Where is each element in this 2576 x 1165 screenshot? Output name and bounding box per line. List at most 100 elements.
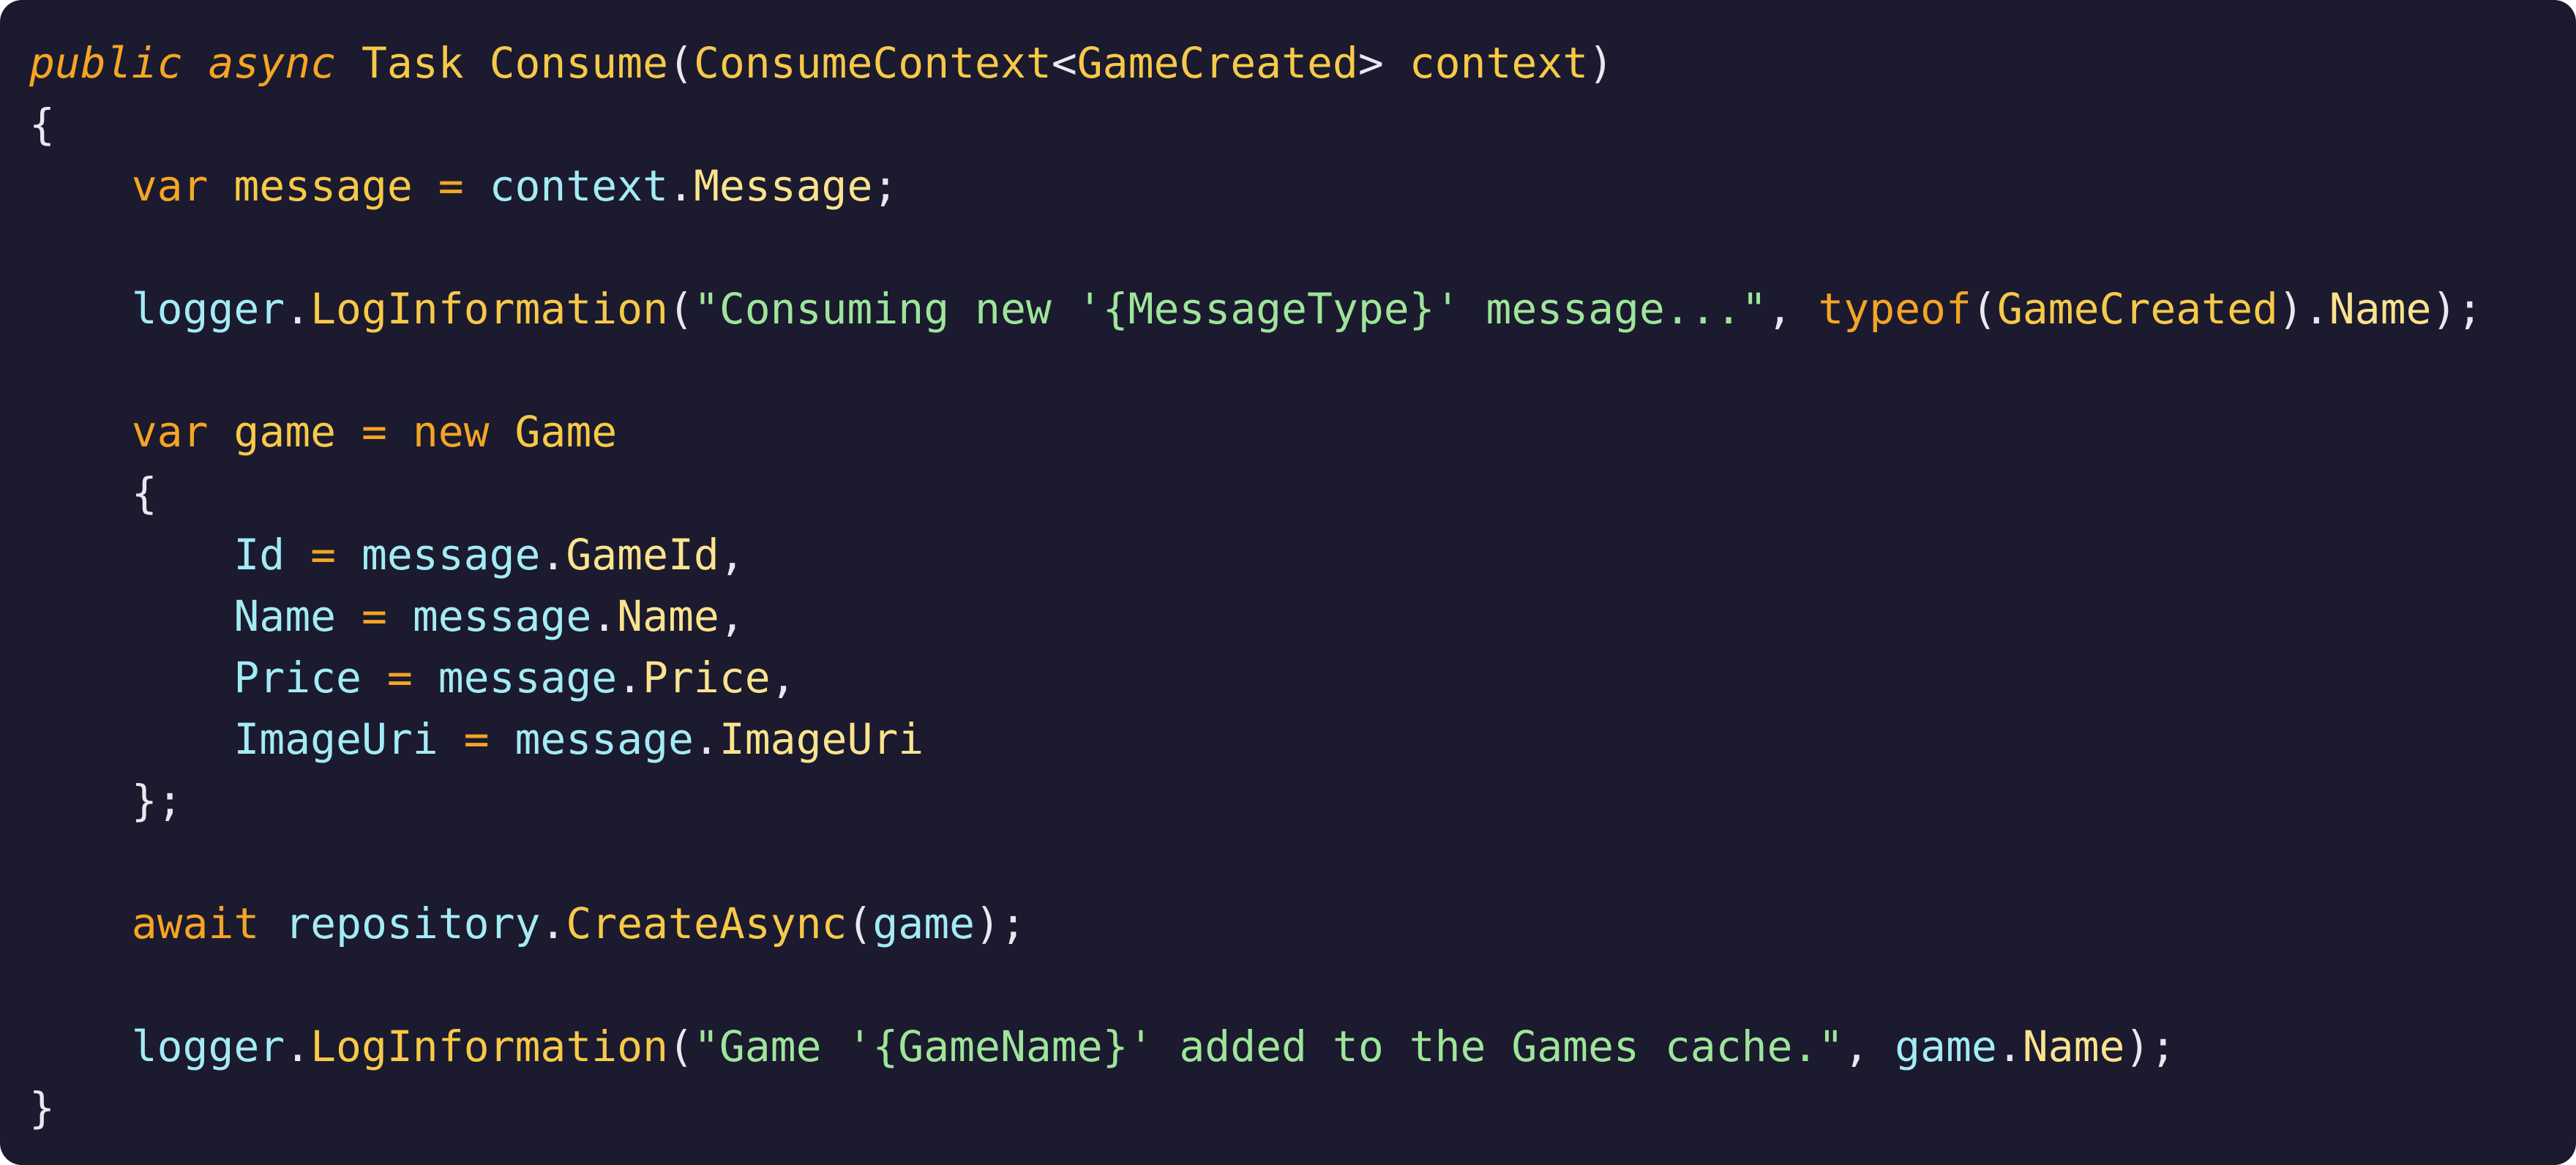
code-token-member: GameId <box>566 530 719 580</box>
code-token-member: Name <box>617 591 719 641</box>
code-token-punctuation: . <box>693 714 719 764</box>
code-token-punctuation <box>29 284 132 334</box>
code-token-type: Game <box>514 407 618 457</box>
code-token-punctuation <box>208 161 233 211</box>
code-token-punctuation <box>336 530 362 580</box>
code-line: public async Task Consume(ConsumeContext… <box>29 32 2576 94</box>
code-token-punctuation <box>413 161 438 211</box>
code-token-identifier: message <box>361 530 541 580</box>
code-token-keyword: var <box>131 161 209 211</box>
code-token-punctuation: , <box>1843 1022 1895 1071</box>
code-line: } <box>29 1077 2576 1139</box>
code-token-operator: = <box>386 653 413 703</box>
code-token-punctuation <box>336 407 362 457</box>
code-token-punctuation: > <box>1358 38 1409 88</box>
code-token-method: LogInformation <box>310 1022 668 1071</box>
code-token-punctuation <box>387 591 413 641</box>
code-token-keyword: public <box>29 38 183 88</box>
code-token-identifier: ImageUri <box>233 714 438 764</box>
code-token-method: CreateAsync <box>566 899 847 948</box>
code-token-punctuation <box>29 776 132 825</box>
code-token-type: game <box>233 407 337 457</box>
code-token-punctuation: . <box>668 161 694 211</box>
code-line: Id = message.GameId, <box>29 524 2576 585</box>
code-block: public async Task Consume(ConsumeContext… <box>29 32 2576 1139</box>
code-token-punctuation: ( <box>847 899 873 948</box>
code-token-punctuation <box>29 714 233 764</box>
code-token-punctuation: . <box>1996 1022 2023 1071</box>
code-token-type: GameCreated <box>1996 284 2278 334</box>
code-line: var message = context.Message; <box>29 155 2576 217</box>
code-token-identifier: game <box>872 899 976 948</box>
code-token-punctuation: . <box>591 591 618 641</box>
code-token-punctuation: ( <box>1971 284 1997 334</box>
code-line: }; <box>29 770 2576 831</box>
code-token-operator: = <box>361 591 387 641</box>
code-token-punctuation <box>387 407 413 457</box>
code-token-punctuation <box>490 407 515 457</box>
code-token-identifier: repository <box>285 899 541 948</box>
code-token-punctuation <box>29 1022 132 1071</box>
code-token-type: ConsumeContext <box>693 38 1052 88</box>
code-token-punctuation: . <box>540 530 566 580</box>
code-token-punctuation: , <box>1767 284 1819 334</box>
code-token-operator: = <box>310 530 337 580</box>
code-token-identifier: message <box>412 591 592 641</box>
code-token-identifier: game <box>1895 1022 1997 1071</box>
code-token-punctuation: ). <box>2277 284 2329 334</box>
code-token-type: message <box>233 161 413 211</box>
code-token-identifier: Price <box>233 653 362 703</box>
code-token-identifier: logger <box>131 1022 285 1071</box>
code-token-string: "Consuming new '{MessageType}' message..… <box>693 284 1767 334</box>
code-token-punctuation: . <box>285 284 311 334</box>
code-token-identifier: Name <box>233 591 337 641</box>
code-token-punctuation <box>438 714 464 764</box>
code-token-member: Message <box>693 161 873 211</box>
code-token-punctuation: }; <box>131 776 183 825</box>
code-line: var game = new Game <box>29 401 2576 462</box>
code-snippet-panel: public async Task Consume(ConsumeContext… <box>0 0 2576 1165</box>
code-token-punctuation <box>29 407 132 457</box>
code-token-type: Task <box>361 38 464 88</box>
code-token-punctuation: ; <box>872 161 899 211</box>
code-token-method: LogInformation <box>310 284 668 334</box>
code-token-punctuation: ( <box>668 284 694 334</box>
code-token-method: context <box>1409 38 1589 88</box>
code-token-type: GameCreated <box>1077 38 1358 88</box>
code-token-member: Price <box>643 653 771 703</box>
code-token-punctuation: ( <box>668 38 694 88</box>
code-token-punctuation: ); <box>975 899 1026 948</box>
code-token-punctuation <box>413 653 438 703</box>
code-token-punctuation <box>29 899 132 948</box>
code-token-member: Name <box>2329 284 2432 334</box>
code-line: logger.LogInformation("Game '{GameName}'… <box>29 1016 2576 1077</box>
code-token-punctuation <box>183 38 209 88</box>
code-token-punctuation: { <box>131 468 157 518</box>
code-token-keyword: typeof <box>1818 284 1972 334</box>
code-token-punctuation <box>362 653 387 703</box>
code-token-operator: = <box>361 407 387 457</box>
code-line: { <box>29 94 2576 155</box>
code-token-operator: = <box>463 714 490 764</box>
code-line: await repository.CreateAsync(game); <box>29 893 2576 954</box>
code-token-punctuation: ); <box>2124 1022 2176 1071</box>
code-token-identifier: logger <box>131 284 285 334</box>
code-token-punctuation: < <box>1051 38 1077 88</box>
code-token-punctuation: ) <box>1588 38 1614 88</box>
code-token-punctuation <box>29 591 233 641</box>
code-token-member: ImageUri <box>719 714 924 764</box>
code-token-keyword: new <box>412 407 490 457</box>
code-token-punctuation <box>464 161 490 211</box>
code-token-member: Name <box>2022 1022 2125 1071</box>
code-token-punctuation <box>336 591 362 641</box>
code-line: ImageUri = message.ImageUri <box>29 708 2576 770</box>
code-token-keyword: async <box>208 38 337 88</box>
code-token-punctuation: } <box>29 1083 55 1133</box>
code-token-punctuation: { <box>29 100 55 149</box>
code-token-punctuation <box>29 161 132 211</box>
code-token-punctuation: , <box>770 653 796 703</box>
